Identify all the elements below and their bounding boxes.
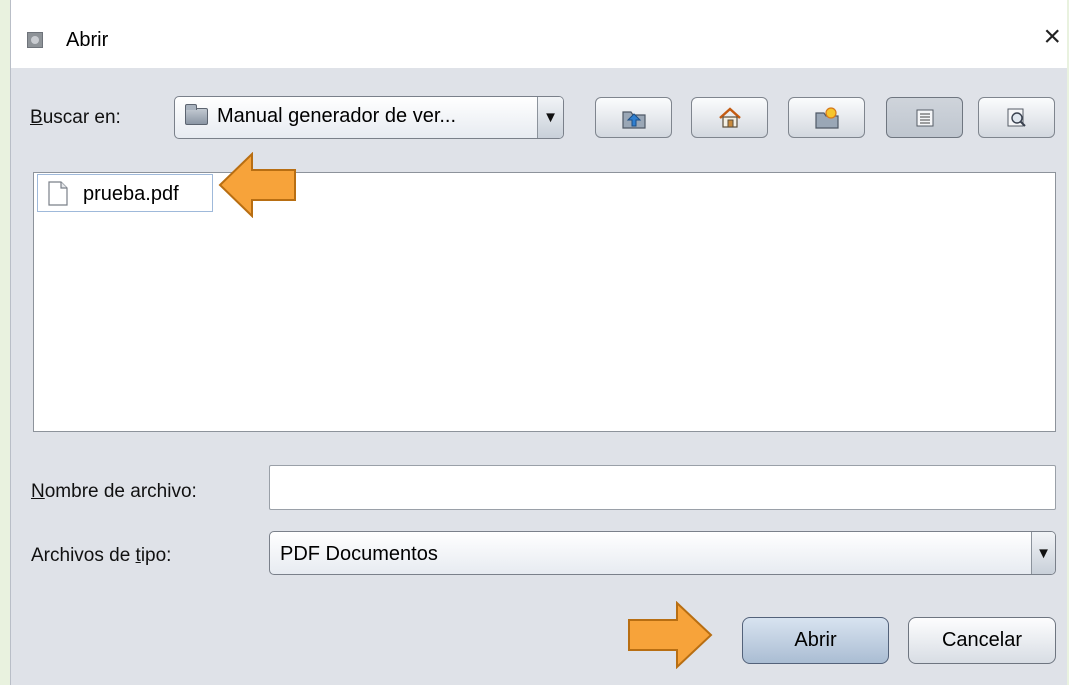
title-bar: Abrir × [11,0,1067,68]
details-view-button[interactable] [978,97,1055,138]
look-in-value: Manual generador de ver... [217,105,457,127]
open-file-dialog: Abrir × Buscar en: Manual generador de v… [10,0,1067,685]
file-item-prueba-pdf[interactable]: prueba.pdf [37,174,213,212]
java-app-icon [27,32,43,48]
cancel-button[interactable]: Cancelar [908,617,1056,664]
chevron-down-icon[interactable]: ▼ [537,97,563,138]
file-list[interactable]: prueba.pdf [33,172,1056,432]
file-name-input[interactable] [269,465,1056,510]
document-icon [48,181,68,206]
up-one-level-button[interactable] [595,97,672,138]
details-view-icon [1007,108,1026,127]
file-type-label: Archivos de tipo: [31,545,172,566]
dialog-title: Abrir [66,29,109,51]
close-icon[interactable]: × [1043,22,1061,52]
open-button[interactable]: Abrir [742,617,889,664]
list-view-icon [916,109,933,126]
new-folder-icon [814,106,839,129]
file-type-combobox[interactable]: PDF Documentos ▼ [269,531,1056,575]
list-view-button[interactable] [886,97,963,138]
file-name: prueba.pdf [83,183,179,205]
chevron-down-icon[interactable]: ▼ [1031,532,1055,574]
file-name-label: Nombre de archivo: [31,481,197,502]
home-button[interactable] [691,97,768,138]
file-type-value: PDF Documentos [280,543,438,565]
home-icon [718,106,741,128]
look-in-label: Buscar en: [30,107,121,128]
annotation-arrow-left-icon [218,152,296,218]
annotation-arrow-right-icon [628,601,713,669]
folder-icon [185,104,208,125]
look-in-combobox[interactable]: Manual generador de ver... ▼ [174,96,564,139]
up-folder-icon [621,110,646,129]
new-folder-button[interactable] [788,97,865,138]
